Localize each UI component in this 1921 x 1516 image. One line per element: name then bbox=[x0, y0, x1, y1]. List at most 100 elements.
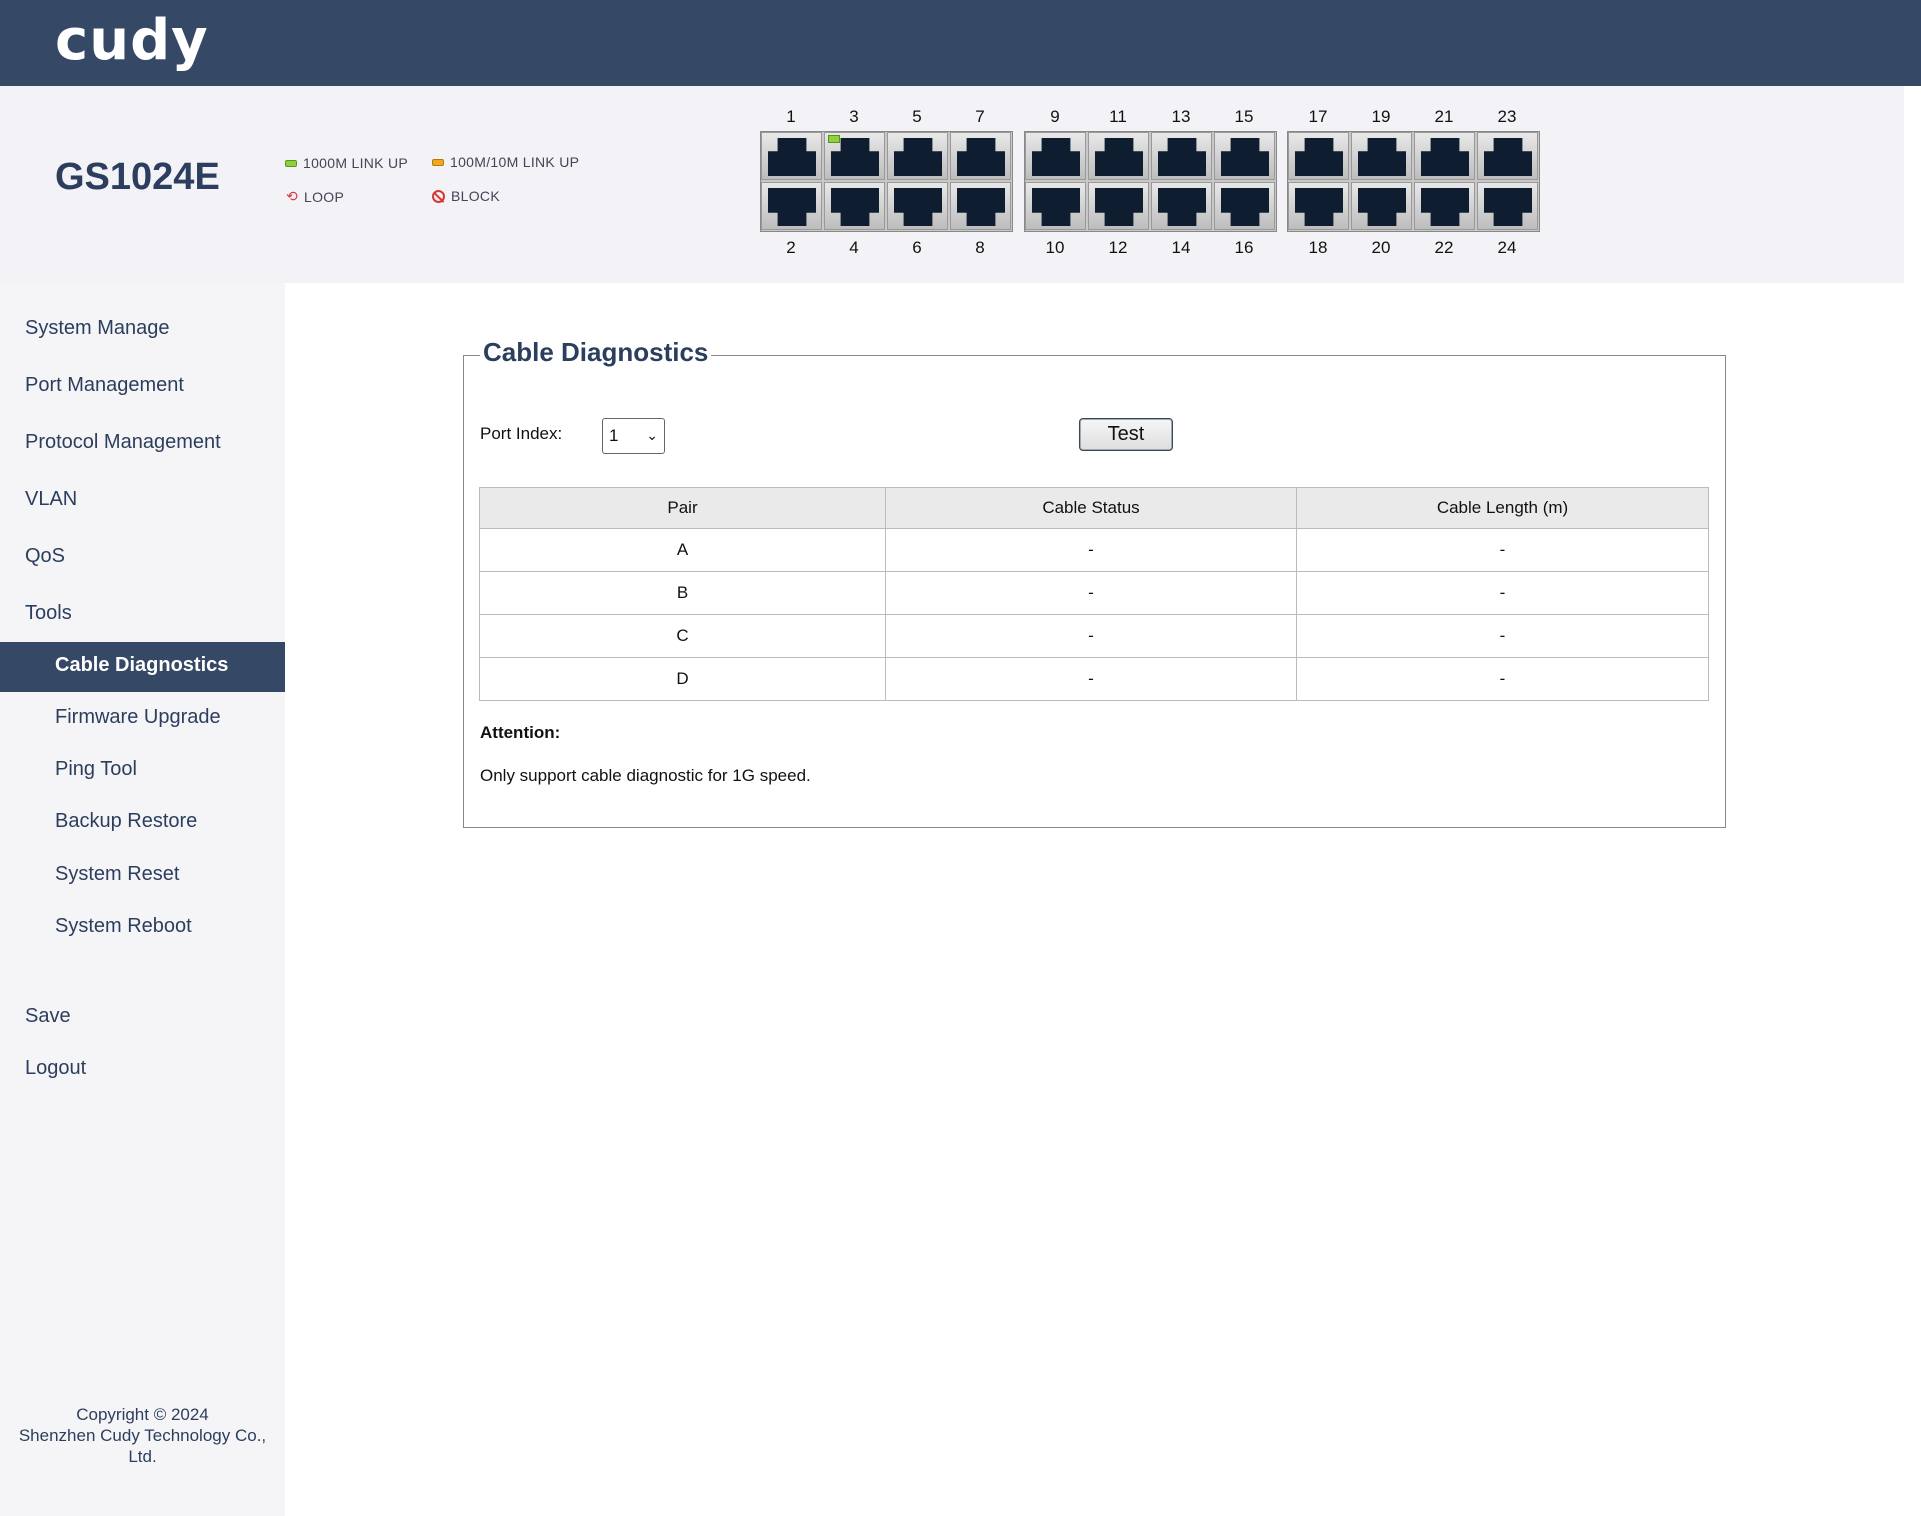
ethernet-port-20[interactable] bbox=[1351, 182, 1412, 230]
cudy-logo: cudy bbox=[55, 8, 209, 73]
ethernet-port-1[interactable] bbox=[761, 132, 822, 180]
nav-protocol-management[interactable]: Protocol Management bbox=[25, 431, 221, 454]
green-led-icon bbox=[285, 159, 297, 167]
cell-cable-status: - bbox=[885, 571, 1297, 615]
rj45-jack-icon bbox=[957, 138, 1005, 176]
block-icon bbox=[432, 189, 445, 203]
rj45-jack-icon bbox=[1421, 188, 1469, 226]
page-title: Cable Diagnostics bbox=[480, 337, 712, 368]
rj45-jack-icon bbox=[1295, 188, 1343, 226]
rj45-jack-icon bbox=[1421, 138, 1469, 176]
legend-loop: ⟲ LOOP bbox=[286, 188, 344, 205]
copyright-line: Ltd. bbox=[128, 1447, 157, 1466]
rj45-jack-icon bbox=[1221, 138, 1269, 176]
orange-led-icon bbox=[432, 158, 444, 166]
rj45-jack-icon bbox=[768, 138, 816, 176]
port-index-value: 1 bbox=[609, 426, 619, 445]
port-number: 11 bbox=[1109, 107, 1127, 126]
cell-cable-length: - bbox=[1296, 614, 1709, 658]
table-header-row: Pair Cable Status Cable Length (m) bbox=[479, 487, 1709, 529]
column-header-cable-length: Cable Length (m) bbox=[1296, 487, 1709, 529]
ethernet-port-17[interactable] bbox=[1288, 132, 1349, 180]
legend-block-label: BLOCK bbox=[451, 188, 500, 204]
rj45-jack-icon bbox=[1158, 138, 1206, 176]
cell-cable-status: - bbox=[885, 657, 1297, 701]
legend-100m-label: 100M/10M LINK UP bbox=[450, 154, 580, 170]
ethernet-port-13[interactable] bbox=[1151, 132, 1212, 180]
port-number: 4 bbox=[849, 238, 859, 257]
port-number: 19 bbox=[1371, 107, 1391, 126]
ethernet-port-22[interactable] bbox=[1414, 182, 1475, 230]
nav-ping-tool[interactable]: Ping Tool bbox=[55, 758, 137, 781]
rj45-jack-icon bbox=[1484, 138, 1532, 176]
ethernet-port-19[interactable] bbox=[1351, 132, 1412, 180]
ethernet-port-11[interactable] bbox=[1088, 132, 1149, 180]
nav-system-reset[interactable]: System Reset bbox=[55, 863, 179, 886]
nav-system-manage[interactable]: System Manage bbox=[25, 317, 170, 340]
rj45-jack-icon bbox=[831, 188, 879, 226]
nav-qos[interactable]: QoS bbox=[25, 545, 65, 568]
loop-icon: ⟲ bbox=[286, 188, 299, 204]
legend-block: BLOCK bbox=[432, 188, 500, 204]
nav-cable-diagnostics-label: Cable Diagnostics bbox=[55, 654, 229, 676]
ethernet-port-23[interactable] bbox=[1477, 132, 1538, 180]
legend-1000m-label: 1000M LINK UP bbox=[303, 155, 409, 171]
port-number: 21 bbox=[1434, 107, 1454, 126]
rj45-jack-icon bbox=[1484, 188, 1532, 226]
port-number: 3 bbox=[849, 107, 859, 126]
ethernet-port-10[interactable] bbox=[1025, 182, 1086, 230]
ethernet-port-6[interactable] bbox=[887, 182, 948, 230]
table-row: B - - bbox=[479, 571, 1709, 615]
cell-cable-status: - bbox=[885, 528, 1297, 572]
ethernet-port-3[interactable] bbox=[824, 132, 885, 180]
column-header-pair: Pair bbox=[479, 487, 886, 529]
ethernet-port-14[interactable] bbox=[1151, 182, 1212, 230]
ethernet-port-2[interactable] bbox=[761, 182, 822, 230]
nav-save[interactable]: Save bbox=[25, 1005, 71, 1028]
ethernet-port-24[interactable] bbox=[1477, 182, 1538, 230]
ethernet-port-12[interactable] bbox=[1088, 182, 1149, 230]
cell-pair: D bbox=[479, 657, 886, 701]
ethernet-port-4[interactable] bbox=[824, 182, 885, 230]
rj45-jack-icon bbox=[1032, 138, 1080, 176]
nav-vlan[interactable]: VLAN bbox=[25, 488, 77, 511]
port-index-select[interactable]: 1 ⌄ bbox=[602, 418, 665, 454]
rj45-jack-icon bbox=[957, 188, 1005, 226]
port-number: 20 bbox=[1371, 238, 1391, 257]
nav-firmware-upgrade[interactable]: Firmware Upgrade bbox=[55, 706, 221, 729]
rj45-jack-icon bbox=[1095, 138, 1143, 176]
port-number: 6 bbox=[912, 238, 922, 257]
rj45-jack-icon bbox=[894, 188, 942, 226]
rj45-jack-icon bbox=[1221, 188, 1269, 226]
rj45-jack-icon bbox=[831, 138, 879, 176]
copyright-line: Shenzhen Cudy Technology Co., bbox=[18, 1426, 267, 1445]
nav-logout[interactable]: Logout bbox=[25, 1057, 86, 1080]
ethernet-port-21[interactable] bbox=[1414, 132, 1475, 180]
ethernet-port-18[interactable] bbox=[1288, 182, 1349, 230]
table-row: C - - bbox=[479, 614, 1709, 658]
rj45-jack-icon bbox=[1095, 188, 1143, 226]
port-number: 2 bbox=[786, 238, 796, 257]
ethernet-port-15[interactable] bbox=[1214, 132, 1275, 180]
nav-port-management[interactable]: Port Management bbox=[25, 374, 184, 397]
nav-cable-diagnostics[interactable]: Cable Diagnostics bbox=[0, 642, 285, 692]
nav-tools[interactable]: Tools bbox=[25, 602, 72, 625]
nav-system-reboot[interactable]: System Reboot bbox=[55, 915, 192, 938]
cell-cable-length: - bbox=[1296, 528, 1709, 572]
ethernet-port-9[interactable] bbox=[1025, 132, 1086, 180]
rj45-jack-icon bbox=[1358, 188, 1406, 226]
ethernet-port-5[interactable] bbox=[887, 132, 948, 180]
port-number: 13 bbox=[1171, 107, 1191, 126]
ethernet-port-16[interactable] bbox=[1214, 182, 1275, 230]
table-row: D - - bbox=[479, 657, 1709, 701]
port-number: 7 bbox=[975, 107, 985, 126]
nav-backup-restore[interactable]: Backup Restore bbox=[55, 810, 197, 833]
device-model: GS1024E bbox=[55, 156, 220, 198]
legend-100m: 100M/10M LINK UP bbox=[432, 154, 579, 170]
rj45-jack-icon bbox=[1295, 138, 1343, 176]
ethernet-port-7[interactable] bbox=[950, 132, 1011, 180]
diagnostics-table: Pair Cable Status Cable Length (m) A - -… bbox=[479, 487, 1709, 701]
test-button[interactable]: Test bbox=[1079, 418, 1173, 451]
chevron-down-icon: ⌄ bbox=[646, 427, 658, 443]
ethernet-port-8[interactable] bbox=[950, 182, 1011, 230]
